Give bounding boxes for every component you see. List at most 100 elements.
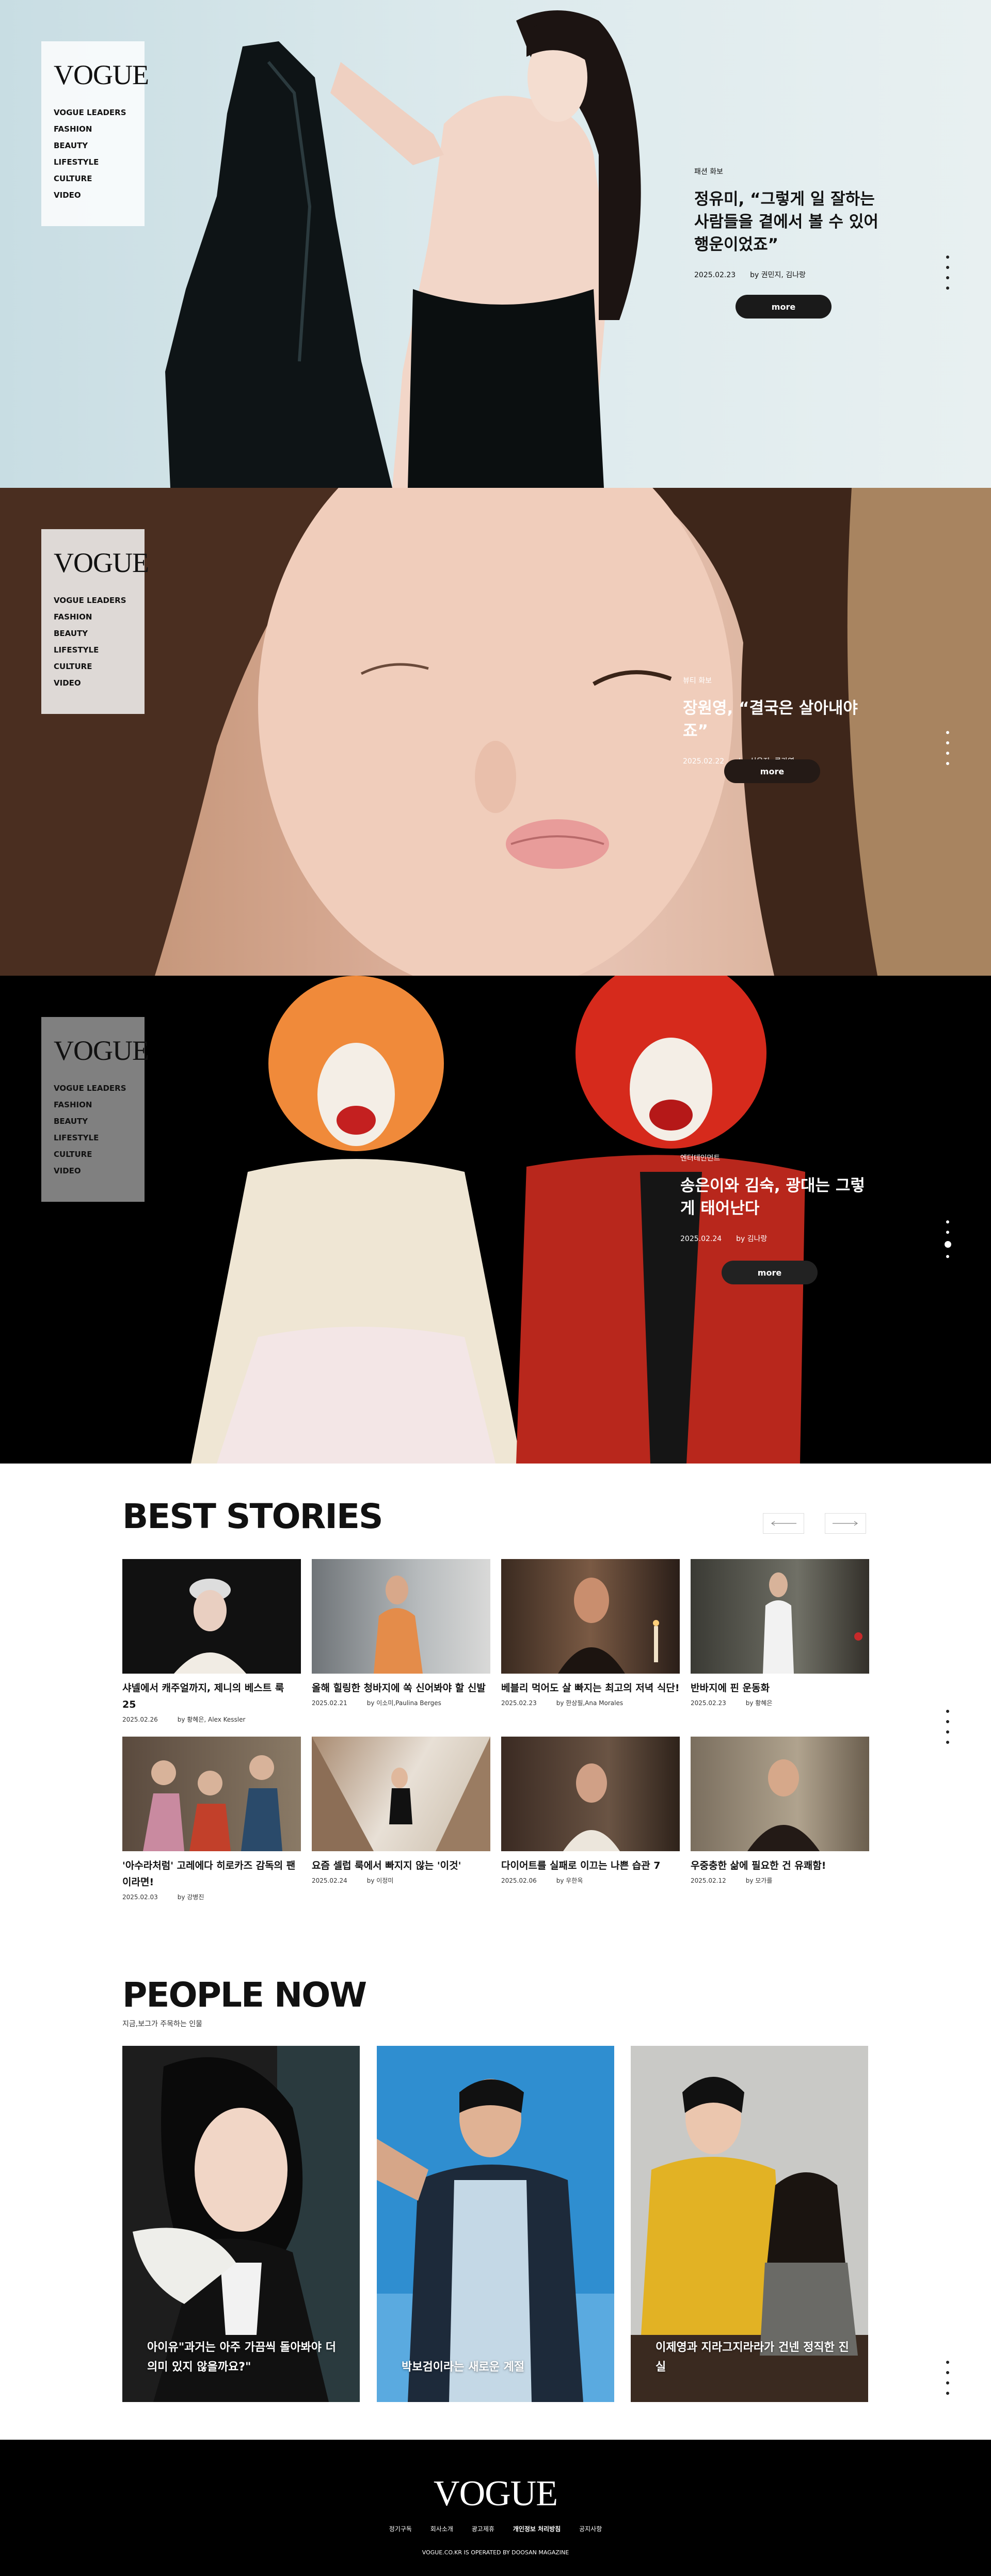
page-dot[interactable] xyxy=(946,1720,949,1723)
people-caption[interactable]: 박보검이라는 새로운 계절 xyxy=(402,2358,599,2377)
slide-dot[interactable] xyxy=(946,266,949,269)
hero-title[interactable]: 송은이와 김숙, 광대는 그렇게 태어난다 xyxy=(680,1174,866,1220)
story-byline: by 이소미,Paulina Berges xyxy=(366,1699,441,1707)
more-button[interactable]: more xyxy=(724,759,820,783)
story-date: 2025.02.23 xyxy=(501,1699,537,1707)
story-card[interactable]: 요즘 셀럽 룩에서 빠지지 않는 '이것' 2025.02.24 by 이정미 xyxy=(312,1737,490,1885)
hero-title[interactable]: 장원영, “결국은 살아내야죠” xyxy=(683,697,869,742)
page-dot[interactable] xyxy=(946,2381,949,2384)
nav-item-fashion[interactable]: FASHION xyxy=(54,1096,132,1113)
story-title[interactable]: 샤넬에서 캐주얼까지, 제니의 베스트 룩 25 xyxy=(122,1680,301,1713)
people-now-title: PEOPLE NOW xyxy=(122,1975,367,2015)
hero-info: 엔터테인먼트 송은이와 김숙, 광대는 그렇게 태어난다 2025.02.24 b… xyxy=(680,1153,866,1244)
nav-item-video[interactable]: VIDEO xyxy=(54,1163,132,1179)
story-title[interactable]: 올해 힐링한 청바지에 쏙 신어봐야 할 신발 xyxy=(312,1680,490,1696)
nav-item-culture[interactable]: CULTURE xyxy=(54,170,132,187)
story-meta: 2025.02.26 by 황혜은, Alex Kessler xyxy=(122,1715,301,1724)
hero-category[interactable]: 엔터테인먼트 xyxy=(680,1153,866,1163)
slide-dot[interactable] xyxy=(946,1220,949,1223)
prev-arrow-button[interactable] xyxy=(763,1513,804,1534)
slide-dot[interactable] xyxy=(946,731,949,734)
story-date: 2025.02.26 xyxy=(122,1716,158,1723)
footer-logo[interactable]: VOGUE xyxy=(0,2476,991,2512)
story-title[interactable]: 다이어트를 실패로 이끄는 나쁜 습관 7 xyxy=(501,1857,680,1874)
slide-dot-active[interactable] xyxy=(944,1241,951,1248)
vogue-logo[interactable]: VOGUE xyxy=(54,1037,149,1064)
nav-item-video[interactable]: VIDEO xyxy=(54,187,132,203)
story-card[interactable]: 우중충한 삶에 필요한 건 유쾌함! 2025.02.12 by 모가를 xyxy=(691,1737,869,1885)
story-image[interactable] xyxy=(691,1559,869,1674)
story-byline: by 황혜은, Alex Kessler xyxy=(177,1716,246,1723)
story-title[interactable]: 요즘 셀럽 룩에서 빠지지 않는 '이것' xyxy=(312,1857,490,1874)
nav-item-culture[interactable]: CULTURE xyxy=(54,658,132,675)
footer-link-privacy[interactable]: 개인정보 처리방침 xyxy=(513,2525,561,2533)
nav-item-beauty[interactable]: BEAUTY xyxy=(54,1113,132,1130)
hero-slide-2: VOGUE VOGUE LEADERS FASHION BEAUTY LIFES… xyxy=(0,488,991,976)
story-image[interactable] xyxy=(312,1737,490,1851)
page-dot[interactable] xyxy=(946,1730,949,1734)
story-card[interactable]: 베블리 먹어도 살 빠지는 최고의 저녁 식단! 2025.02.23 by 한상… xyxy=(501,1559,680,1707)
vogue-logo[interactable]: VOGUE xyxy=(54,549,149,577)
story-image[interactable] xyxy=(122,1559,301,1674)
nav-item-fashion[interactable]: FASHION xyxy=(54,609,132,625)
story-image[interactable] xyxy=(122,1737,301,1851)
nav-item-lifestyle[interactable]: LIFESTYLE xyxy=(54,1130,132,1146)
slide-dot[interactable] xyxy=(946,741,949,744)
nav-item-lifestyle[interactable]: LIFESTYLE xyxy=(54,154,132,170)
page-dot[interactable] xyxy=(946,1741,949,1744)
nav-item-video[interactable]: VIDEO xyxy=(54,675,132,691)
story-card[interactable]: 다이어트를 실패로 이끄는 나쁜 습관 7 2025.02.06 by 우한옥 xyxy=(501,1737,680,1885)
story-meta: 2025.02.03 by 강병진 xyxy=(122,1893,301,1901)
slide-dot[interactable] xyxy=(946,1255,949,1258)
more-button[interactable]: more xyxy=(736,295,832,319)
story-card[interactable]: '아수라처럼' 고레에다 히로카즈 감독의 팬이라면! 2025.02.03 by… xyxy=(122,1737,301,1901)
slide-dot[interactable] xyxy=(946,752,949,755)
story-card[interactable]: 반바지에 핀 운동화 2025.02.23 by 황혜은 xyxy=(691,1559,869,1707)
hero-title[interactable]: 정유미, “그렇게 일 잘하는 사람들을 곁에서 볼 수 있어 행운이었죠” xyxy=(694,188,880,256)
nav-item-culture[interactable]: CULTURE xyxy=(54,1146,132,1163)
nav-item-fashion[interactable]: FASHION xyxy=(54,121,132,137)
page-dot[interactable] xyxy=(946,2361,949,2364)
page-dot[interactable] xyxy=(946,2371,949,2374)
slide-dot[interactable] xyxy=(946,287,949,290)
footer-link-about[interactable]: 회사소개 xyxy=(430,2525,453,2533)
story-image[interactable] xyxy=(691,1737,869,1851)
people-caption[interactable]: 아이유"과거는 아주 가끔씩 돌아봐야 더 의미 있지 않을까요?" xyxy=(147,2338,344,2377)
footer-links: 정기구독 회사소개 광고제휴 개인정보 처리방침 공지사항 xyxy=(0,2524,991,2533)
nav-item-vogue-leaders[interactable]: VOGUE LEADERS xyxy=(54,104,132,121)
people-card[interactable]: 아이유"과거는 아주 가끔씩 돌아봐야 더 의미 있지 않을까요?" xyxy=(122,2046,360,2402)
slide-dot[interactable] xyxy=(946,762,949,765)
slide-dot[interactable] xyxy=(946,1231,949,1234)
nav-item-beauty[interactable]: BEAUTY xyxy=(54,625,132,642)
nav-list: VOGUE LEADERS FASHION BEAUTY LIFESTYLE C… xyxy=(54,1080,132,1179)
more-button[interactable]: more xyxy=(722,1261,818,1284)
vogue-logo[interactable]: VOGUE xyxy=(54,61,149,89)
hero-category[interactable]: 뷰티 화보 xyxy=(683,675,869,686)
nav-item-vogue-leaders[interactable]: VOGUE LEADERS xyxy=(54,1080,132,1096)
page-dot[interactable] xyxy=(946,2392,949,2395)
story-image[interactable] xyxy=(501,1737,680,1851)
people-now-subtitle: 지금,보그가 주목하는 인물 xyxy=(122,2020,203,2028)
people-card[interactable]: 이제영과 지라그지라라가 건넨 정직한 진실 xyxy=(631,2046,868,2402)
story-title[interactable]: 우중충한 삶에 필요한 건 유쾌함! xyxy=(691,1857,869,1874)
story-title[interactable]: 반바지에 핀 운동화 xyxy=(691,1680,869,1696)
page-dot[interactable] xyxy=(946,1710,949,1713)
story-image[interactable] xyxy=(501,1559,680,1674)
hero-category[interactable]: 패션 화보 xyxy=(694,166,880,177)
people-card[interactable]: 박보검이라는 새로운 계절 xyxy=(377,2046,614,2402)
people-caption[interactable]: 이제영과 지라그지라라가 건넨 정직한 진실 xyxy=(656,2338,853,2377)
footer-link-notice[interactable]: 공지사항 xyxy=(579,2525,602,2533)
nav-item-lifestyle[interactable]: LIFESTYLE xyxy=(54,642,132,658)
footer-link-advertise[interactable]: 광고제휴 xyxy=(472,2525,494,2533)
story-image[interactable] xyxy=(312,1559,490,1674)
story-title[interactable]: '아수라처럼' 고레에다 히로카즈 감독의 팬이라면! xyxy=(122,1857,301,1890)
footer-link-subscribe[interactable]: 정기구독 xyxy=(389,2525,412,2533)
slide-dot[interactable] xyxy=(946,276,949,279)
nav-item-vogue-leaders[interactable]: VOGUE LEADERS xyxy=(54,592,132,609)
story-card[interactable]: 올해 힐링한 청바지에 쏙 신어봐야 할 신발 2025.02.21 by 이소미… xyxy=(312,1559,490,1707)
nav-item-beauty[interactable]: BEAUTY xyxy=(54,137,132,154)
slide-dot[interactable] xyxy=(946,256,949,259)
story-card[interactable]: 샤넬에서 캐주얼까지, 제니의 베스트 룩 25 2025.02.26 by 황혜… xyxy=(122,1559,301,1724)
next-arrow-button[interactable] xyxy=(825,1513,866,1534)
story-title[interactable]: 베블리 먹어도 살 빠지는 최고의 저녁 식단! xyxy=(501,1680,680,1696)
